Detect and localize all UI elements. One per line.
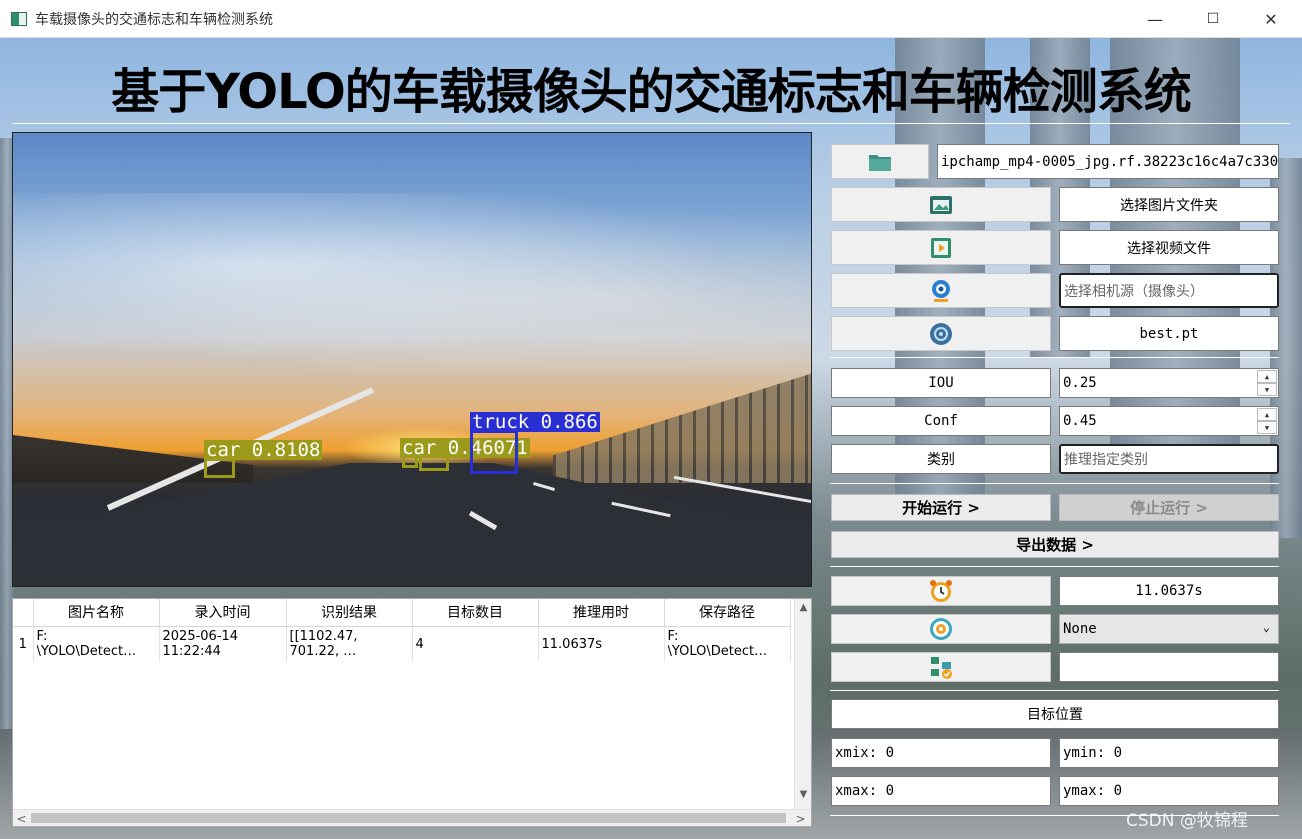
ymax-field: ymax: 0: [1059, 776, 1279, 806]
scrollbar-thumb[interactable]: [31, 813, 786, 823]
model-file-field[interactable]: best.pt: [1059, 316, 1279, 351]
window-titlebar: 车载摄像头的交通标志和车辆检测系统 — ☐ ✕: [0, 0, 1302, 38]
iou-label: IOU: [831, 368, 1051, 398]
select-image-folder-button[interactable]: 选择图片文件夹: [1059, 187, 1279, 222]
spin-down-icon[interactable]: ▼: [1257, 383, 1277, 396]
file-path-field[interactable]: ipchamp_mp4-0005_jpg.rf.38223c16c4a7c330…: [937, 144, 1279, 179]
webcam-icon: [932, 279, 950, 302]
alarm-clock-icon: [930, 580, 952, 602]
open-file-button[interactable]: [831, 144, 929, 179]
count-cell: 4: [412, 626, 539, 662]
target-status-field: [1059, 652, 1279, 682]
class-filter-placeholder: 推理指定类别: [1064, 452, 1148, 468]
timer-display: [831, 576, 1051, 606]
spin-up-icon[interactable]: ▲: [1257, 370, 1277, 383]
save-path-cell: F: \YOLO\Detect…: [664, 626, 791, 662]
row-number-header: [13, 599, 34, 627]
horizontal-scrollbar[interactable]: < >: [13, 809, 811, 826]
model-icon: [930, 322, 952, 345]
camera-button[interactable]: [831, 273, 1051, 308]
detection-image: car 0.8108 car 0.46071 truck 0.866: [12, 132, 812, 587]
divider: [830, 566, 1279, 567]
model-button[interactable]: [831, 316, 1051, 351]
camera-source-field[interactable]: 选择相机源（摄像头）: [1059, 273, 1279, 308]
iou-spinbox[interactable]: 0.25 ▲ ▼: [1059, 368, 1279, 398]
video-icon: [931, 237, 951, 258]
close-button[interactable]: ✕: [1242, 0, 1300, 38]
video-button[interactable]: [831, 230, 1051, 265]
watermark: CSDN @牧锦程: [1126, 811, 1248, 831]
column-header[interactable]: 录入时间: [159, 599, 287, 627]
vertical-scrollbar[interactable]: ▲ ▼: [794, 599, 811, 810]
camera-source-placeholder: 选择相机源（摄像头）: [1064, 283, 1204, 300]
column-header[interactable]: 识别结果: [286, 599, 413, 627]
scroll-down-icon[interactable]: ▼: [795, 789, 812, 800]
flow-check-icon: [931, 657, 952, 679]
iou-value: 0.25: [1063, 375, 1097, 391]
detection-box-car-1: [204, 458, 235, 478]
conf-spinbox[interactable]: 0.45 ▲ ▼: [1059, 406, 1279, 436]
scroll-right-icon[interactable]: >: [792, 812, 809, 826]
table-row[interactable]: 1 F: \YOLO\Detect… 2025-06-14 11:22:44 […: [13, 626, 791, 662]
spin-up-icon[interactable]: ▲: [1257, 408, 1277, 421]
spin-down-icon[interactable]: ▼: [1257, 421, 1277, 434]
detection-box-truck: [470, 430, 518, 474]
table-header-row: 图片名称 录入时间 识别结果 目标数目 推理用时 保存路径: [13, 599, 791, 627]
elapsed-cell: 11.0637s: [538, 626, 665, 662]
scroll-left-icon[interactable]: <: [13, 812, 30, 826]
minimize-button[interactable]: —: [1126, 0, 1184, 38]
app-icon: [11, 11, 27, 26]
start-button[interactable]: 开始运行 >: [831, 494, 1051, 521]
scroll-up-icon[interactable]: ▲: [795, 602, 812, 613]
title-divider: [12, 123, 1290, 124]
export-button[interactable]: 导出数据 >: [831, 531, 1279, 558]
ymin-field: ymin: 0: [1059, 738, 1279, 768]
divider: [830, 690, 1279, 691]
column-header[interactable]: 推理用时: [538, 599, 665, 627]
select-video-button[interactable]: 选择视频文件: [1059, 230, 1279, 265]
elapsed-time-field: 11.0637s: [1059, 576, 1279, 606]
target-position-label: 目标位置: [831, 699, 1279, 729]
column-header[interactable]: 图片名称: [33, 599, 160, 627]
result-cell: [[1102.47, 701.22, …: [286, 626, 413, 662]
results-table[interactable]: 图片名称 录入时间 识别结果 目标数目 推理用时 保存路径 1 F: \YOLO…: [12, 598, 812, 827]
target-icon: [930, 618, 952, 640]
target-display: [831, 614, 1051, 644]
image-name-cell: F: \YOLO\Detect…: [33, 626, 160, 662]
column-header[interactable]: 目标数目: [412, 599, 539, 627]
row-number: 1: [13, 626, 34, 662]
conf-label: Conf: [831, 406, 1051, 436]
page-title: 基于YOLO的车载摄像头的交通标志和车辆检测系统: [111, 64, 1192, 120]
maximize-button[interactable]: ☐: [1184, 0, 1242, 38]
folder-icon: [869, 154, 891, 171]
divider: [830, 357, 1279, 358]
divider: [830, 483, 1279, 484]
detection-label: truck 0.866: [470, 411, 600, 433]
class-filter-field[interactable]: 推理指定类别: [1059, 444, 1279, 474]
target-select[interactable]: None ⌄: [1059, 614, 1279, 644]
xmin-field: xmix: 0: [831, 738, 1051, 768]
entry-time-cell: 2025-06-14 11:22:44: [159, 626, 287, 662]
target-select-value: None: [1063, 621, 1097, 637]
detection-label: car 0.8108: [204, 439, 323, 461]
folder-image-button[interactable]: [831, 187, 1051, 222]
image-folder-icon: [930, 195, 952, 214]
conf-value: 0.45: [1063, 413, 1097, 429]
chevron-down-icon: ⌄: [1262, 620, 1270, 634]
xmax-field: xmax: 0: [831, 776, 1051, 806]
stop-button[interactable]: 停止运行 >: [1059, 494, 1279, 521]
target-status-display: [831, 652, 1051, 682]
class-label: 类别: [831, 444, 1051, 474]
column-header[interactable]: 保存路径: [664, 599, 791, 627]
window-title: 车载摄像头的交通标志和车辆检测系统: [35, 11, 273, 28]
